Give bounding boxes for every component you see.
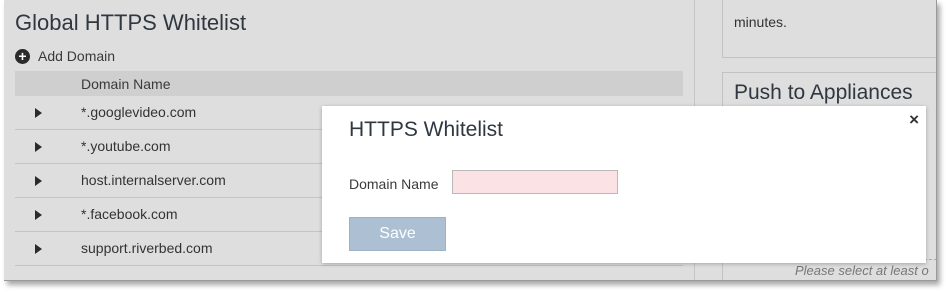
page-title: Global HTTPS Whitelist — [15, 10, 247, 35]
info-box: minutes. — [722, 0, 936, 58]
save-button[interactable]: Save — [349, 217, 446, 251]
dialog-title: HTTPS Whitelist — [349, 118, 504, 141]
domain-cell: *.youtube.com — [81, 138, 171, 154]
domain-cell: *.facebook.com — [81, 206, 178, 222]
close-icon[interactable]: × — [909, 111, 919, 128]
info-text: minutes. — [734, 14, 787, 30]
add-domain-label: Add Domain — [38, 48, 116, 64]
https-whitelist-dialog: HTTPS Whitelist × Domain Name Save — [322, 106, 926, 263]
domain-name-input[interactable] — [452, 170, 618, 194]
selection-hint: Please select at least o — [795, 263, 929, 278]
table-header: Domain Name — [15, 71, 683, 96]
domain-cell: *.googlevideo.com — [81, 104, 197, 120]
domain-cell: support.riverbed.com — [81, 240, 213, 256]
expand-caret-icon[interactable] — [35, 142, 42, 152]
add-domain-button[interactable]: + Add Domain — [15, 48, 115, 64]
domain-name-label: Domain Name — [349, 176, 439, 192]
push-to-appliances-title: Push to Appliances — [734, 81, 913, 104]
column-domain-name[interactable]: Domain Name — [81, 76, 170, 92]
expand-caret-icon[interactable] — [35, 210, 42, 220]
domain-cell: host.internalserver.com — [81, 172, 226, 188]
expand-caret-icon[interactable] — [35, 176, 42, 186]
plus-circle-icon[interactable]: + — [15, 48, 30, 64]
app-frame: Global HTTPS Whitelist + Add Domain Doma… — [4, 0, 937, 281]
expand-caret-icon[interactable] — [35, 108, 42, 118]
expand-caret-icon[interactable] — [35, 244, 42, 254]
